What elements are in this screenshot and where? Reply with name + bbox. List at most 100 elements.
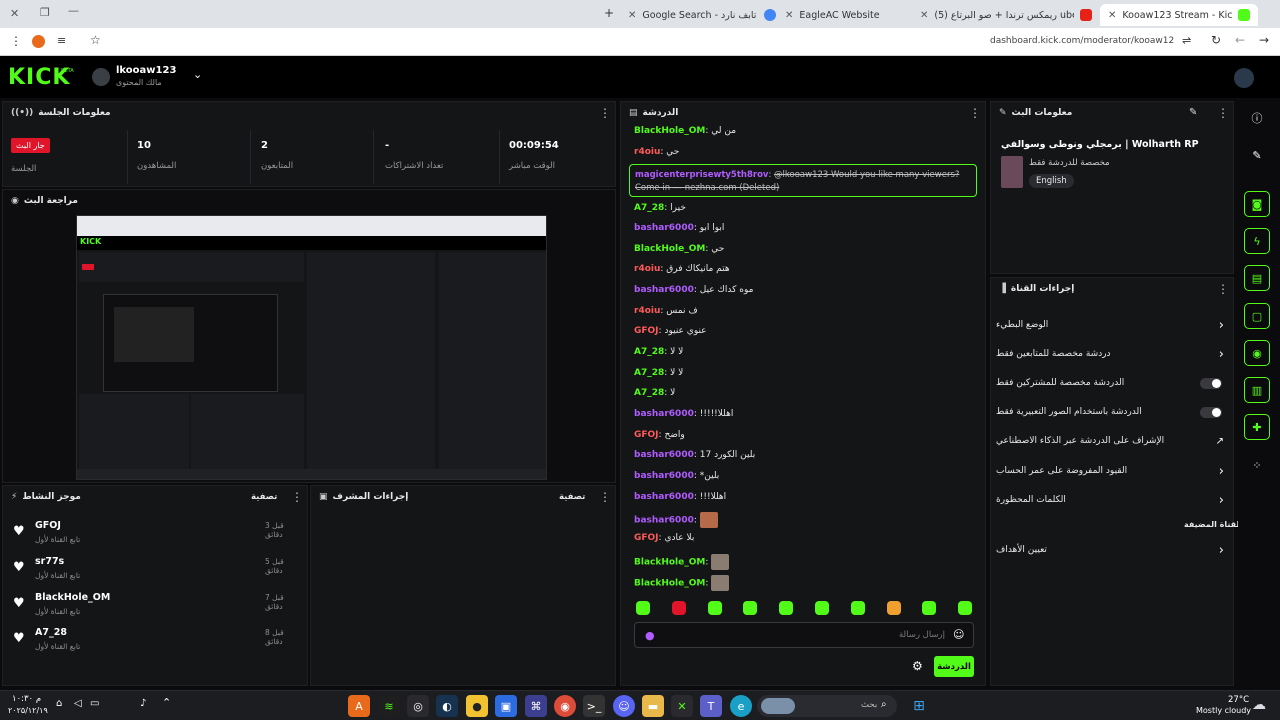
emote-button[interactable] xyxy=(958,601,973,615)
chat-username[interactable]: bashar6000 xyxy=(634,450,694,460)
emote-button[interactable] xyxy=(850,601,865,615)
tab-google[interactable]: ✕ Google Search - حماية تابف نارد xyxy=(628,4,776,26)
emote-button[interactable] xyxy=(671,601,686,615)
minimize-window-icon[interactable]: — xyxy=(68,4,79,17)
chat-username[interactable]: GFOJ xyxy=(634,430,659,440)
chat-username[interactable]: bashar6000 xyxy=(634,516,694,526)
chat-username[interactable]: A7_28 xyxy=(634,347,664,357)
close-tab-icon[interactable]: ✕ xyxy=(785,10,793,21)
bookmark-star-icon[interactable]: ☆ xyxy=(90,33,101,47)
menu-dots-icon[interactable]: ⋮ xyxy=(10,34,22,48)
chat-username[interactable]: GFOJ xyxy=(634,326,659,336)
tab-eagleac[interactable]: ✕ EagleAC Website xyxy=(785,4,913,26)
emote-button[interactable] xyxy=(922,601,937,615)
activity-user[interactable]: GFOJ xyxy=(35,520,61,531)
close-tab-icon[interactable]: ✕ xyxy=(1108,10,1116,21)
action-slow-mode[interactable]: الوضع البطيء › xyxy=(996,314,1228,336)
taskbar-search-box[interactable]: بحث ⌕ xyxy=(757,695,897,717)
tab-kick-dashboard[interactable]: ✕ Kooaw123 Stream - Kick Dashb xyxy=(1100,4,1258,26)
chat-settings-icon[interactable]: ⚙ xyxy=(912,659,923,673)
chat-input[interactable]: ● إرسال رسالة ☺ xyxy=(634,622,974,648)
chat-username[interactable]: BlackHole_OM xyxy=(634,579,705,589)
emote-button[interactable] xyxy=(636,601,650,615)
emote-only-toggle[interactable] xyxy=(1200,406,1222,418)
taskbar-yellow-icon[interactable]: ● xyxy=(466,695,488,717)
weather-temp[interactable]: 27°C xyxy=(1228,695,1249,705)
taskbar-folder-icon[interactable]: ▬ xyxy=(642,695,664,717)
action-subscribers-only[interactable]: الدردشة مخصصة للمشتركين فقط xyxy=(996,372,1228,394)
channel-actions-menu-icon[interactable]: ⋮ xyxy=(1217,282,1229,296)
mod-filter-button[interactable]: تصفية xyxy=(559,492,585,502)
activity-menu-icon[interactable]: ⋮ xyxy=(291,490,303,504)
chat-username[interactable]: bashar6000 xyxy=(634,285,694,295)
emote-button[interactable] xyxy=(743,601,758,615)
chat-username[interactable]: bashar6000 xyxy=(634,492,694,502)
emote-button[interactable] xyxy=(779,601,794,615)
clock-time[interactable]: ۱۰:۳۰ م xyxy=(12,694,41,704)
new-tab-button[interactable]: + xyxy=(604,6,614,20)
activity-user[interactable]: A7_28 xyxy=(35,627,67,638)
microphone-icon[interactable]: ♪ xyxy=(140,698,146,709)
taskbar-vs-icon[interactable]: ⌘ xyxy=(525,695,547,717)
wrench-icon[interactable]: ✚ xyxy=(1244,414,1270,440)
taskbar-terminal-icon[interactable]: >_ xyxy=(583,695,605,717)
action-ai-moderation[interactable]: الإشراف على الدردشة عبر الذكاء الاصطناعي… xyxy=(996,430,1228,452)
profile-avatar[interactable] xyxy=(32,35,45,48)
restore-window-icon[interactable]: ❐ xyxy=(40,6,50,19)
stream-info-menu-icon[interactable]: ⋮ xyxy=(1217,106,1229,120)
taskbar-edge-icon[interactable]: e xyxy=(730,695,752,717)
document-icon[interactable]: ▤ xyxy=(1244,265,1270,291)
info-icon[interactable]: ⓘ xyxy=(1244,105,1270,131)
taskbar-app-orange-icon[interactable]: A xyxy=(348,695,370,717)
emoji-picker-icon[interactable]: ● xyxy=(645,629,655,642)
chat-send-button[interactable]: الدردشة xyxy=(934,656,974,677)
camera-icon[interactable]: ◙ xyxy=(1244,191,1270,217)
url-field[interactable]: dashboard.kick.com/moderator/kooaw123 xyxy=(990,36,1174,46)
taskbar-blue-icon[interactable]: ▣ xyxy=(495,695,517,717)
chat-menu-icon[interactable]: ⋮ xyxy=(969,106,981,120)
activity-user[interactable]: BlackHole_OM xyxy=(35,592,110,603)
chat-username[interactable]: magicenterprisewty5th8rov xyxy=(635,170,768,180)
taskbar-obs-icon[interactable]: ◎ xyxy=(407,695,429,717)
stream-video[interactable]: KICK xyxy=(76,215,547,480)
action-set-goals[interactable]: تعيين الأهداف › xyxy=(996,539,1228,561)
subscribers-only-toggle[interactable] xyxy=(1200,377,1222,389)
mod-menu-icon[interactable]: ⋮ xyxy=(599,490,611,504)
volume-icon[interactable]: ◁ xyxy=(74,698,82,709)
activity-filter-button[interactable]: تصفية xyxy=(251,492,277,502)
emote-smile-icon[interactable]: ☺ xyxy=(953,628,964,641)
taskbar-xbox-icon[interactable]: ✕ xyxy=(671,695,693,717)
lightning-icon[interactable]: ϟ xyxy=(1244,228,1270,254)
action-followers-only[interactable]: دردشة مخصصة للمتابعين فقط › xyxy=(996,343,1228,365)
clock-date[interactable]: ۲۰۲۵/۱۲/۱۹ xyxy=(8,706,48,715)
chat-username[interactable]: r4oiu xyxy=(634,306,660,316)
chat-username[interactable]: bashar6000 xyxy=(634,223,694,233)
chat-username[interactable]: BlackHole_OM xyxy=(634,558,705,568)
session-menu-icon[interactable]: ⋮ xyxy=(599,106,611,120)
tray-chevron-icon[interactable]: ⌃ xyxy=(162,696,171,709)
action-banned-words[interactable]: الكلمات المحظورة › xyxy=(996,489,1228,511)
chat-username[interactable]: r4oiu xyxy=(634,147,660,157)
tab-youtube[interactable]: ✕ (5) ريمكس ترندا + صو البرتاع ube xyxy=(920,4,1092,26)
battery-icon[interactable]: ▭ xyxy=(90,698,99,709)
profile-menu-avatar[interactable] xyxy=(1234,68,1254,88)
emote-button[interactable] xyxy=(886,601,901,615)
activity-user[interactable]: sr77s xyxy=(35,556,64,567)
apps-icon[interactable]: ⁘ xyxy=(1244,452,1270,478)
chat-username[interactable]: A7_28 xyxy=(634,388,664,398)
chat-username[interactable]: r4oiu xyxy=(634,264,660,274)
edit-stream-icon[interactable]: ✎ xyxy=(1189,107,1197,118)
chat-username[interactable]: A7_28 xyxy=(634,368,664,378)
taskbar-chrome-icon[interactable]: ◉ xyxy=(554,695,576,717)
close-tab-icon[interactable]: ✕ xyxy=(920,10,928,21)
back-icon[interactable]: → xyxy=(1259,33,1269,47)
close-tab-icon[interactable]: ✕ xyxy=(628,10,636,21)
chat-username[interactable]: A7_28 xyxy=(634,203,664,213)
close-window-icon[interactable]: ✕ xyxy=(10,7,19,20)
channel-username[interactable]: lkooaw123 xyxy=(116,65,176,76)
emote-button[interactable] xyxy=(707,601,722,615)
chat-username[interactable]: bashar6000 xyxy=(634,471,694,481)
reload-icon[interactable]: ↻ xyxy=(1211,33,1221,47)
windows-start-icon[interactable]: ⊞ xyxy=(908,695,930,717)
taskbar-teams-icon[interactable]: T xyxy=(700,695,722,717)
